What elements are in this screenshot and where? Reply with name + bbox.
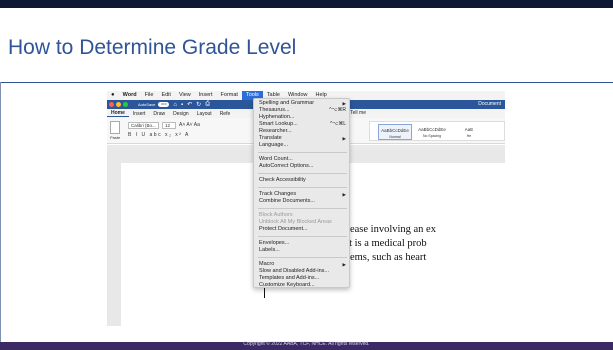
shortcut-text: ^⌥⌘R bbox=[329, 107, 346, 113]
tab-design[interactable]: Design bbox=[169, 111, 193, 117]
menu-item-translate[interactable]: Translate ▶ bbox=[254, 135, 351, 142]
menu-item-smart-lookup[interactable]: Smart Lookup... ^⌥⌘L bbox=[254, 121, 351, 128]
title-divider bbox=[0, 82, 613, 83]
copyright-text: Copyright © 2022 AABA, TCF, NHCE. All ri… bbox=[243, 341, 370, 347]
menu-item-word-count[interactable]: Word Count... bbox=[254, 156, 351, 163]
slide-top-bar bbox=[0, 0, 613, 8]
style-heading[interactable]: AaE He bbox=[452, 124, 486, 140]
menu-format[interactable]: Format bbox=[217, 91, 242, 100]
menu-separator bbox=[258, 208, 347, 209]
tab-home[interactable]: Home bbox=[107, 110, 129, 117]
menu-item-customize-keyboard[interactable]: Customize Keyboard... bbox=[254, 282, 351, 289]
menu-edit[interactable]: Edit bbox=[157, 91, 174, 100]
redo-icon[interactable]: ↻ bbox=[196, 101, 201, 108]
left-divider bbox=[0, 82, 1, 342]
style-sample: AaBbCcDdEe bbox=[381, 128, 409, 133]
menu-word[interactable]: Word bbox=[119, 91, 141, 100]
paste-icon[interactable] bbox=[110, 121, 120, 134]
slide: How to Determine Grade Level ● Word File… bbox=[0, 0, 613, 350]
style-label: No Spacing bbox=[422, 134, 442, 138]
font-size-dropdown[interactable]: 12 bbox=[162, 122, 176, 129]
submenu-arrow-icon: ▶ bbox=[342, 192, 346, 197]
tab-insert[interactable]: Insert bbox=[129, 111, 150, 117]
menu-item-check-accessibility[interactable]: Check Accessibility bbox=[254, 177, 351, 184]
menu-insert[interactable]: Insert bbox=[195, 91, 217, 100]
tab-layout[interactable]: Layout bbox=[193, 111, 216, 117]
menu-item-spelling-grammar[interactable]: Spelling and Grammar ▶ bbox=[254, 100, 351, 107]
submenu-arrow-icon: ▶ bbox=[342, 262, 346, 267]
minimize-window-icon[interactable] bbox=[116, 102, 121, 107]
menu-item-track-changes[interactable]: Track Changes ▶ bbox=[254, 191, 351, 198]
menu-separator bbox=[258, 173, 347, 174]
menu-item-macro[interactable]: Macro ▶ bbox=[254, 261, 351, 268]
menu-item-language[interactable]: Language... bbox=[254, 142, 351, 149]
menu-file[interactable]: File bbox=[141, 91, 158, 100]
close-window-icon[interactable] bbox=[109, 102, 114, 107]
menu-item-envelopes[interactable]: Envelopes... bbox=[254, 240, 351, 247]
style-no-spacing[interactable]: AaBbCcDdEe No Spacing bbox=[415, 124, 449, 140]
style-sample: AaBbCcDdEe bbox=[418, 127, 446, 132]
save-icon[interactable]: ▪ bbox=[181, 102, 183, 108]
font-name-dropdown[interactable]: Calibri (Bo... bbox=[128, 122, 159, 129]
menu-separator bbox=[258, 236, 347, 237]
menu-item-templates-addins[interactable]: Templates and Add-ins... bbox=[254, 275, 351, 282]
menu-item-block-authors: Block Authors bbox=[259, 212, 293, 218]
autosave-label: AutoSave bbox=[138, 102, 156, 107]
format-buttons[interactable]: B I U abc x₂ x² A bbox=[128, 132, 190, 138]
menu-item-autocorrect[interactable]: AutoCorrect Options... bbox=[254, 163, 351, 170]
menu-separator bbox=[258, 187, 347, 188]
autosave-toggle[interactable]: OFF bbox=[158, 102, 170, 107]
menu-separator bbox=[258, 257, 347, 258]
menu-item-protect-document[interactable]: Protect Document... bbox=[254, 226, 351, 233]
style-label: Normal bbox=[389, 135, 401, 139]
paste-label[interactable]: Paste bbox=[110, 135, 120, 140]
menu-item-hyphenation[interactable]: Hyphenation... bbox=[254, 114, 351, 121]
print-icon[interactable]: ⎙ bbox=[205, 101, 210, 108]
menu-item-thesaurus[interactable]: Thesaurus... ^⌥⌘R bbox=[254, 107, 351, 114]
submenu-arrow-icon: ▶ bbox=[342, 136, 346, 141]
zoom-window-icon[interactable] bbox=[123, 102, 128, 107]
undo-icon[interactable]: ↶ bbox=[187, 101, 192, 108]
apple-icon[interactable]: ● bbox=[107, 91, 119, 100]
tab-references[interactable]: Refe bbox=[216, 111, 235, 117]
tab-draw[interactable]: Draw bbox=[149, 111, 169, 117]
menu-item-researcher[interactable]: Researcher... bbox=[254, 128, 351, 135]
document-title: Document bbox=[478, 101, 501, 107]
home-icon[interactable]: ⌂ bbox=[173, 102, 177, 108]
tools-menu: Spelling and Grammar ▶ Thesaurus... ^⌥⌘R H… bbox=[253, 98, 350, 288]
styles-gallery: AaBbCcDdEe Normal AaBbCcDdEe No Spacing … bbox=[369, 121, 505, 141]
submenu-arrow-icon: ▶ bbox=[342, 101, 346, 106]
menu-view[interactable]: View bbox=[175, 91, 195, 100]
font-grow-shrink-icons[interactable]: A˄ A˅ Aa bbox=[179, 122, 200, 128]
menu-item-slow-disabled-addins[interactable]: Slow and Disabled Add-ins... bbox=[254, 268, 351, 275]
menu-item-labels[interactable]: Labels... bbox=[254, 247, 351, 254]
menu-item-combine-documents[interactable]: Combine Documents... bbox=[254, 198, 351, 205]
style-label: He bbox=[466, 134, 472, 138]
menu-separator bbox=[258, 152, 347, 153]
slide-title: How to Determine Grade Level bbox=[8, 36, 297, 59]
style-sample: AaE bbox=[464, 127, 474, 132]
shortcut-text: ^⌥⌘L bbox=[330, 121, 346, 127]
menu-item-unblock-areas: Unblock All My Blocked Areas bbox=[259, 219, 332, 225]
style-normal[interactable]: AaBbCcDdEe Normal bbox=[378, 124, 412, 140]
